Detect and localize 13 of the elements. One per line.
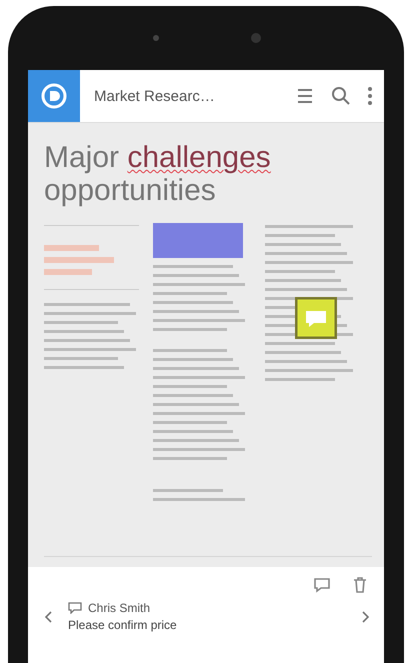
more-icon[interactable]	[366, 85, 374, 107]
document-title: Market Researc…	[94, 88, 216, 104]
comment-icon	[68, 602, 82, 614]
reply-icon[interactable]	[312, 575, 332, 595]
comment-icon[interactable]	[295, 297, 337, 339]
document-icon	[41, 83, 67, 109]
document-heading: Major challenges opportunities	[44, 141, 272, 207]
chevron-left-icon[interactable]	[44, 610, 54, 624]
app-logo[interactable]	[28, 70, 80, 122]
chevron-right-icon[interactable]	[360, 610, 370, 624]
comment-text: Please confirm price	[68, 618, 178, 632]
comment-author: Chris Smith	[88, 601, 150, 615]
search-icon[interactable]	[330, 85, 352, 107]
